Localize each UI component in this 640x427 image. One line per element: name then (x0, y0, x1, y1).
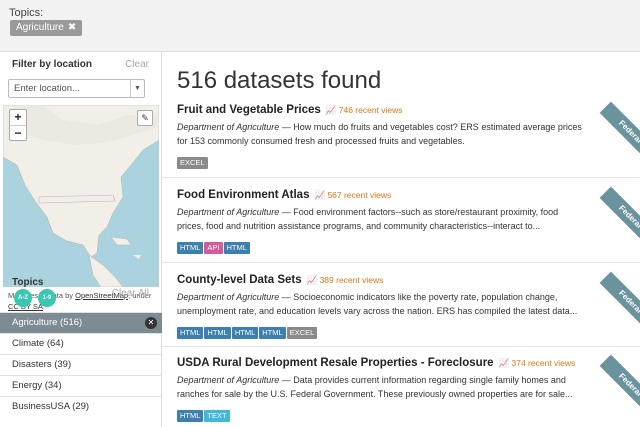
divider (162, 262, 640, 263)
close-icon[interactable]: ✕ (145, 317, 157, 329)
recent-views: 389 recent views (319, 275, 384, 285)
topics-heading: Topics (12, 277, 44, 288)
format-tag-text[interactable]: TEXT (204, 410, 230, 422)
format-tag-html[interactable]: HTML (223, 242, 250, 254)
topic-label: Agriculture (516) (12, 317, 83, 328)
zoom-control: + − (9, 109, 27, 141)
topic-label: Disasters (39) (12, 359, 72, 370)
trending-icon: 📈 (498, 358, 512, 368)
dataset-item: County-level Data Sets 📈 389 recent views… (177, 274, 632, 340)
remove-chip-icon[interactable]: ✖ (68, 22, 76, 33)
format-tag-excel[interactable]: EXCEL (286, 327, 318, 339)
dataset-publisher: Department of Agriculture (177, 292, 280, 302)
topic-label: Climate (64) (12, 338, 64, 349)
format-tag-html[interactable]: HTML (177, 242, 204, 254)
format-tag-html[interactable]: HTML (177, 410, 204, 422)
dataset-item: Fruit and Vegetable Prices 📈 746 recent v… (177, 104, 632, 170)
format-tag-html[interactable]: HTML (231, 327, 259, 339)
results-panel: 516 datasets found Fruit and Vegetable P… (162, 52, 640, 427)
divider (162, 177, 640, 178)
recent-views: 746 recent views (338, 105, 403, 115)
recent-views: 567 recent views (327, 190, 392, 200)
topic-item-agriculture[interactable]: Agriculture (516) ✕ (0, 312, 162, 333)
sidebar: Filter by location Clear Enter location.… (0, 52, 162, 427)
format-tag-html[interactable]: HTML (204, 327, 231, 339)
format-tags: HTML HTML HTML HTML EXCEL (177, 322, 632, 340)
trending-icon: 📈 (314, 190, 328, 200)
format-tags: EXCEL (177, 152, 632, 170)
trending-icon: 📈 (325, 105, 339, 115)
dataset-publisher: Department of Agriculture (177, 207, 280, 217)
sort-az-button[interactable]: A-Z (14, 289, 32, 307)
topics-clear-all[interactable]: Clear All (112, 288, 149, 299)
location-clear-link[interactable]: Clear (125, 59, 149, 70)
dataset-publisher: Department of Agriculture (177, 375, 280, 385)
dataset-title-link[interactable]: Fruit and Vegetable Prices (177, 104, 321, 116)
topic-filter-bar: Topics: Agriculture ✖ (0, 0, 640, 52)
results-count: 516 datasets found (177, 67, 382, 94)
zoom-in-button[interactable]: + (10, 110, 26, 125)
zoom-out-button[interactable]: − (10, 125, 26, 140)
topic-label: BusinessUSA (29) (12, 401, 90, 412)
pencil-icon[interactable]: ✎ (137, 110, 153, 126)
trending-icon: 📈 (306, 275, 320, 285)
location-map[interactable]: + − ✎ (3, 105, 159, 287)
format-tag-html[interactable]: HTML (177, 327, 204, 339)
format-tag-excel[interactable]: EXCEL (177, 157, 208, 169)
topic-item-energy[interactable]: Energy (34) (0, 375, 162, 396)
chevron-down-icon[interactable]: ▼ (130, 80, 144, 97)
dataset-publisher: Department of Agriculture (177, 122, 280, 132)
dataset-title-link[interactable]: County-level Data Sets (177, 274, 302, 286)
dataset-title-link[interactable]: USDA Rural Development Resale Properties… (177, 357, 494, 369)
format-tags: HTML API HTML (177, 237, 632, 255)
agriculture-chip[interactable]: Agriculture ✖ (10, 20, 83, 36)
dataset-title-link[interactable]: Food Environment Atlas (177, 189, 309, 201)
location-select[interactable]: Enter location... ▼ (8, 79, 145, 98)
sort-count-button[interactable]: 1-9 (38, 289, 56, 307)
format-tag-api[interactable]: API (204, 242, 223, 254)
dataset-item: USDA Rural Development Resale Properties… (177, 357, 632, 423)
dataset-item: Food Environment Atlas 📈 567 recent views… (177, 189, 632, 255)
topic-item-businessusa[interactable]: BusinessUSA (29) (0, 396, 162, 417)
topic-item-climate[interactable]: Climate (64) (0, 333, 162, 354)
location-placeholder: Enter location... (14, 83, 81, 94)
chip-label: Agriculture (16, 22, 64, 33)
format-tags: HTML TEXT (177, 405, 632, 423)
topic-label: Energy (34) (12, 380, 62, 391)
topic-item-disasters[interactable]: Disasters (39) (0, 354, 162, 375)
divider (162, 346, 640, 347)
format-tag-html[interactable]: HTML (259, 327, 286, 339)
topic-list: Agriculture (516) ✕ Climate (64) Disaste… (0, 312, 162, 417)
topics-label: Topics: (9, 7, 44, 19)
filter-location-heading: Filter by location (12, 59, 93, 70)
recent-views: 374 recent views (511, 358, 576, 368)
